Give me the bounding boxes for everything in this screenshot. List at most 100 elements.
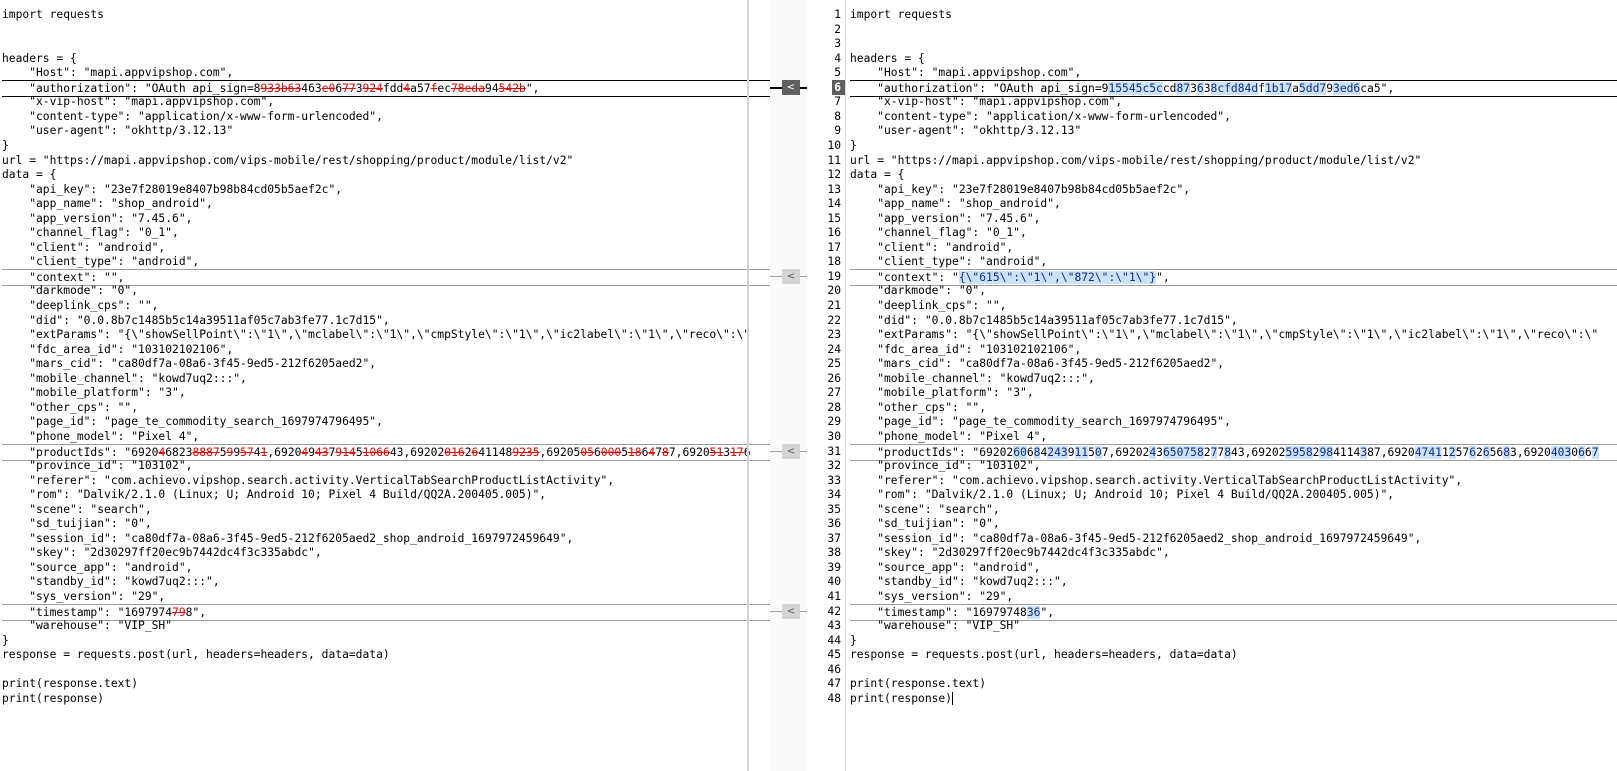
- left-code-line[interactable]: "page_id": "page_te_commodity_search_169…: [2, 414, 770, 429]
- right-code-line[interactable]: "warehouse": "VIP_SH": [850, 618, 1617, 633]
- right-code-line[interactable]: }: [850, 138, 1617, 153]
- right-code-line[interactable]: "user-agent": "okhttp/3.12.13": [850, 123, 1617, 138]
- right-code-line[interactable]: "rom": "Dalvik/2.1.0 (Linux; U; Android …: [850, 487, 1617, 502]
- deleted-text: 3b63: [274, 81, 302, 95]
- line-number: 28: [827, 400, 841, 414]
- right-code-line[interactable]: response = requests.post(url, headers=he…: [850, 647, 1617, 662]
- left-code-line[interactable]: "mobile_platform": "3",: [2, 385, 770, 400]
- right-code-line[interactable]: }: [850, 633, 1617, 648]
- right-code-line[interactable]: "session_id": "ca80df7a-08a6-3f45-9ed5-2…: [850, 531, 1617, 546]
- left-code-line[interactable]: "api_key": "23e7f28019e8407b98b84cd05b5a…: [2, 182, 770, 197]
- right-code-line[interactable]: url = "https://mapi.appvipshop.com/vips-…: [850, 153, 1617, 168]
- copy-to-left-arrow-icon[interactable]: <: [782, 268, 800, 284]
- left-code-line[interactable]: "standby_id": "kowd7uq2:::",: [2, 574, 770, 589]
- right-code-line[interactable]: "sd_tuijian": "0",: [850, 516, 1617, 531]
- right-code-line[interactable]: "mars_cid": "ca80df7a-08a6-3f45-9ed5-212…: [850, 356, 1617, 371]
- left-code-line[interactable]: import requests: [2, 7, 770, 22]
- left-code-line[interactable]: "source_app": "android",: [2, 560, 770, 575]
- left-code-line[interactable]: "app_version": "7.45.6",: [2, 211, 770, 226]
- copy-to-left-arrow-icon[interactable]: <: [782, 603, 800, 619]
- left-code-line[interactable]: headers = {: [2, 51, 770, 66]
- right-code-line[interactable]: "did": "0.0.8b7c1485b5c14a39511af05c7ab3…: [850, 313, 1617, 328]
- right-code-line[interactable]: "x-vip-host": "mapi.appvipshop.com",: [850, 94, 1617, 109]
- copy-to-left-arrow-icon[interactable]: <: [782, 443, 800, 459]
- left-code-line[interactable]: "referer": "com.achievo.vipshop.search.a…: [2, 473, 770, 488]
- right-code-line[interactable]: "extParams": "{\"showSellPoint\":\"1\",\…: [850, 327, 1617, 342]
- left-code-line[interactable]: "scene": "search",: [2, 502, 770, 517]
- left-code-line[interactable]: }: [2, 633, 770, 648]
- right-code-line[interactable]: "mobile_channel": "kowd7uq2:::",: [850, 371, 1617, 386]
- right-code-line[interactable]: "client_type": "android",: [850, 254, 1617, 269]
- right-code-line[interactable]: print(response): [850, 691, 1617, 706]
- left-code-line[interactable]: "app_name": "shop_android",: [2, 196, 770, 211]
- left-code-line[interactable]: [2, 22, 770, 37]
- right-code-line[interactable]: "scene": "search",: [850, 502, 1617, 517]
- right-code-line[interactable]: "darkmode": "0",: [850, 283, 1617, 298]
- right-code-line[interactable]: "page_id": "page_te_commodity_search_169…: [850, 414, 1617, 429]
- right-code-line[interactable]: "fdc_area_id": "103102102106",: [850, 342, 1617, 357]
- right-code-line[interactable]: "province_id": "103102",: [850, 458, 1617, 473]
- right-code-line[interactable]: [850, 36, 1617, 51]
- left-code-line[interactable]: "other_cps": "",: [2, 400, 770, 415]
- right-code-line[interactable]: "api_key": "23e7f28019e8407b98b84cd05b5a…: [850, 182, 1617, 197]
- left-code-line[interactable]: "Host": "mapi.appvipshop.com",: [2, 65, 770, 80]
- right-code-line[interactable]: headers = {: [850, 51, 1617, 66]
- right-code-line[interactable]: "skey": "2d30297ff20ec9b7442dc4f3c335abd…: [850, 545, 1617, 560]
- right-code-line[interactable]: "source_app": "android",: [850, 560, 1617, 575]
- right-code-line[interactable]: "sys_version": "29",: [850, 589, 1617, 604]
- right-code-line[interactable]: "app_name": "shop_android",: [850, 196, 1617, 211]
- left-editor-pane[interactable]: import requests headers = { "Host": "mapi…: [0, 0, 770, 771]
- left-code-line[interactable]: url = "https://mapi.appvipshop.com/vips-…: [2, 153, 770, 168]
- right-code-line[interactable]: "deeplink_cps": "",: [850, 298, 1617, 313]
- left-code-line[interactable]: [2, 662, 770, 677]
- left-code-line[interactable]: "warehouse": "VIP_SH": [2, 618, 770, 633]
- right-code-line[interactable]: "other_cps": "",: [850, 400, 1617, 415]
- left-code-line[interactable]: "sd_tuijian": "0",: [2, 516, 770, 531]
- right-code-line[interactable]: "Host": "mapi.appvipshop.com",: [850, 65, 1617, 80]
- left-code-line[interactable]: response = requests.post(url, headers=he…: [2, 647, 770, 662]
- left-code-line[interactable]: "sys_version": "29",: [2, 589, 770, 604]
- left-code-line[interactable]: "x-vip-host": "mapi.appvipshop.com",: [2, 94, 770, 109]
- left-code-line[interactable]: "phone_model": "Pixel 4",: [2, 429, 770, 444]
- left-code-line[interactable]: "channel_flag": "0_1",: [2, 225, 770, 240]
- left-code-line[interactable]: "client_type": "android",: [2, 254, 770, 269]
- inserted-text: 11: [1074, 445, 1089, 459]
- code-text: 4: [253, 445, 261, 459]
- left-code-line[interactable]: "content-type": "application/x-www-form-…: [2, 109, 770, 124]
- right-code-line[interactable]: [850, 22, 1617, 37]
- left-code-line[interactable]: "fdc_area_id": "103102102106",: [2, 342, 770, 357]
- left-code-line[interactable]: "skey": "2d30297ff20ec9b7442dc4f3c335abd…: [2, 545, 770, 560]
- right-code-line[interactable]: "standby_id": "kowd7uq2:::",: [850, 574, 1617, 589]
- left-code-line[interactable]: [2, 36, 770, 51]
- left-code-line[interactable]: print(response): [2, 691, 770, 706]
- left-code-line[interactable]: }: [2, 138, 770, 153]
- left-code-line[interactable]: data = {: [2, 167, 770, 182]
- right-editor-pane[interactable]: 1 2 3 4 5 6 7 8 9 10 11 12 13 14 15 16 17 18 19 20 21 22 23 24 2…: [807, 0, 1617, 771]
- copy-to-left-arrow-icon[interactable]: <: [782, 79, 800, 95]
- left-code-line[interactable]: "did": "0.0.8b7c1485b5c14a39511af05c7ab3…: [2, 313, 770, 328]
- left-code-line[interactable]: "rom": "Dalvik/2.1.0 (Linux; U; Android …: [2, 487, 770, 502]
- left-code-line[interactable]: "province_id": "103102",: [2, 458, 770, 473]
- left-code-line[interactable]: "extParams": "{\"showSellPoint\":\"1\",\…: [2, 327, 770, 342]
- right-code-line[interactable]: "phone_model": "Pixel 4",: [850, 429, 1617, 444]
- left-code-line[interactable]: "mobile_channel": "kowd7uq2:::",: [2, 371, 770, 386]
- right-code-line[interactable]: "client": "android",: [850, 240, 1617, 255]
- left-code-line[interactable]: print(response.text): [2, 676, 770, 691]
- right-code-line[interactable]: "content-type": "application/x-www-form-…: [850, 109, 1617, 124]
- left-code-line[interactable]: "session_id": "ca80df7a-08a6-3f45-9ed5-2…: [2, 531, 770, 546]
- left-code-line[interactable]: "user-agent": "okhttp/3.12.13": [2, 123, 770, 138]
- right-code-line[interactable]: "referer": "com.achievo.vipshop.search.a…: [850, 473, 1617, 488]
- right-code-line[interactable]: print(response.text): [850, 676, 1617, 691]
- right-code-line[interactable]: [850, 662, 1617, 677]
- right-code-line[interactable]: "channel_flag": "0_1",: [850, 225, 1617, 240]
- left-code-line[interactable]: "mars_cid": "ca80df7a-08a6-3f45-9ed5-212…: [2, 356, 770, 371]
- code-text: "did": "0.0.8b7c1485b5c14a39511af05c7ab3…: [2, 313, 390, 327]
- right-code-line[interactable]: import requests: [850, 7, 1617, 22]
- right-code-line[interactable]: data = {: [850, 167, 1617, 182]
- right-code-line[interactable]: "app_version": "7.45.6",: [850, 211, 1617, 226]
- left-code-line[interactable]: "client": "android",: [2, 240, 770, 255]
- left-code-line[interactable]: "deeplink_cps": "",: [2, 298, 770, 313]
- left-code-line[interactable]: "darkmode": "0",: [2, 283, 770, 298]
- code-text: 2: [1476, 445, 1483, 459]
- right-code-line[interactable]: "mobile_platform": "3",: [850, 385, 1617, 400]
